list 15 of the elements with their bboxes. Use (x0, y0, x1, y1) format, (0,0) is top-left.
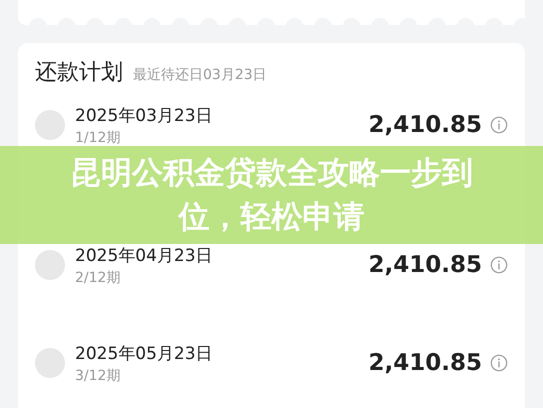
section-title: 还款计划 (35, 59, 123, 87)
due-date: 2025年03月23日 (75, 104, 214, 126)
installment-period: 3/12期 (75, 366, 122, 384)
due-date: 2025年05月23日 (75, 342, 214, 364)
info-icon[interactable] (490, 116, 508, 134)
info-icon[interactable] (490, 256, 508, 274)
payment-amount: 2,410.85 (368, 252, 482, 278)
installment-period: 1/12期 (75, 128, 122, 146)
payment-amount: 2,410.85 (368, 350, 482, 376)
due-date: 2025年04月23日 (75, 244, 214, 266)
info-icon[interactable] (490, 354, 508, 372)
payment-amount: 2,410.85 (368, 112, 482, 138)
next-due-date: 最近待还日03月23日 (133, 66, 267, 84)
headline-text: 昆明公积金贷款全攻略一步到位，轻松申请 (69, 154, 474, 237)
installment-period: 2/12期 (75, 268, 122, 286)
